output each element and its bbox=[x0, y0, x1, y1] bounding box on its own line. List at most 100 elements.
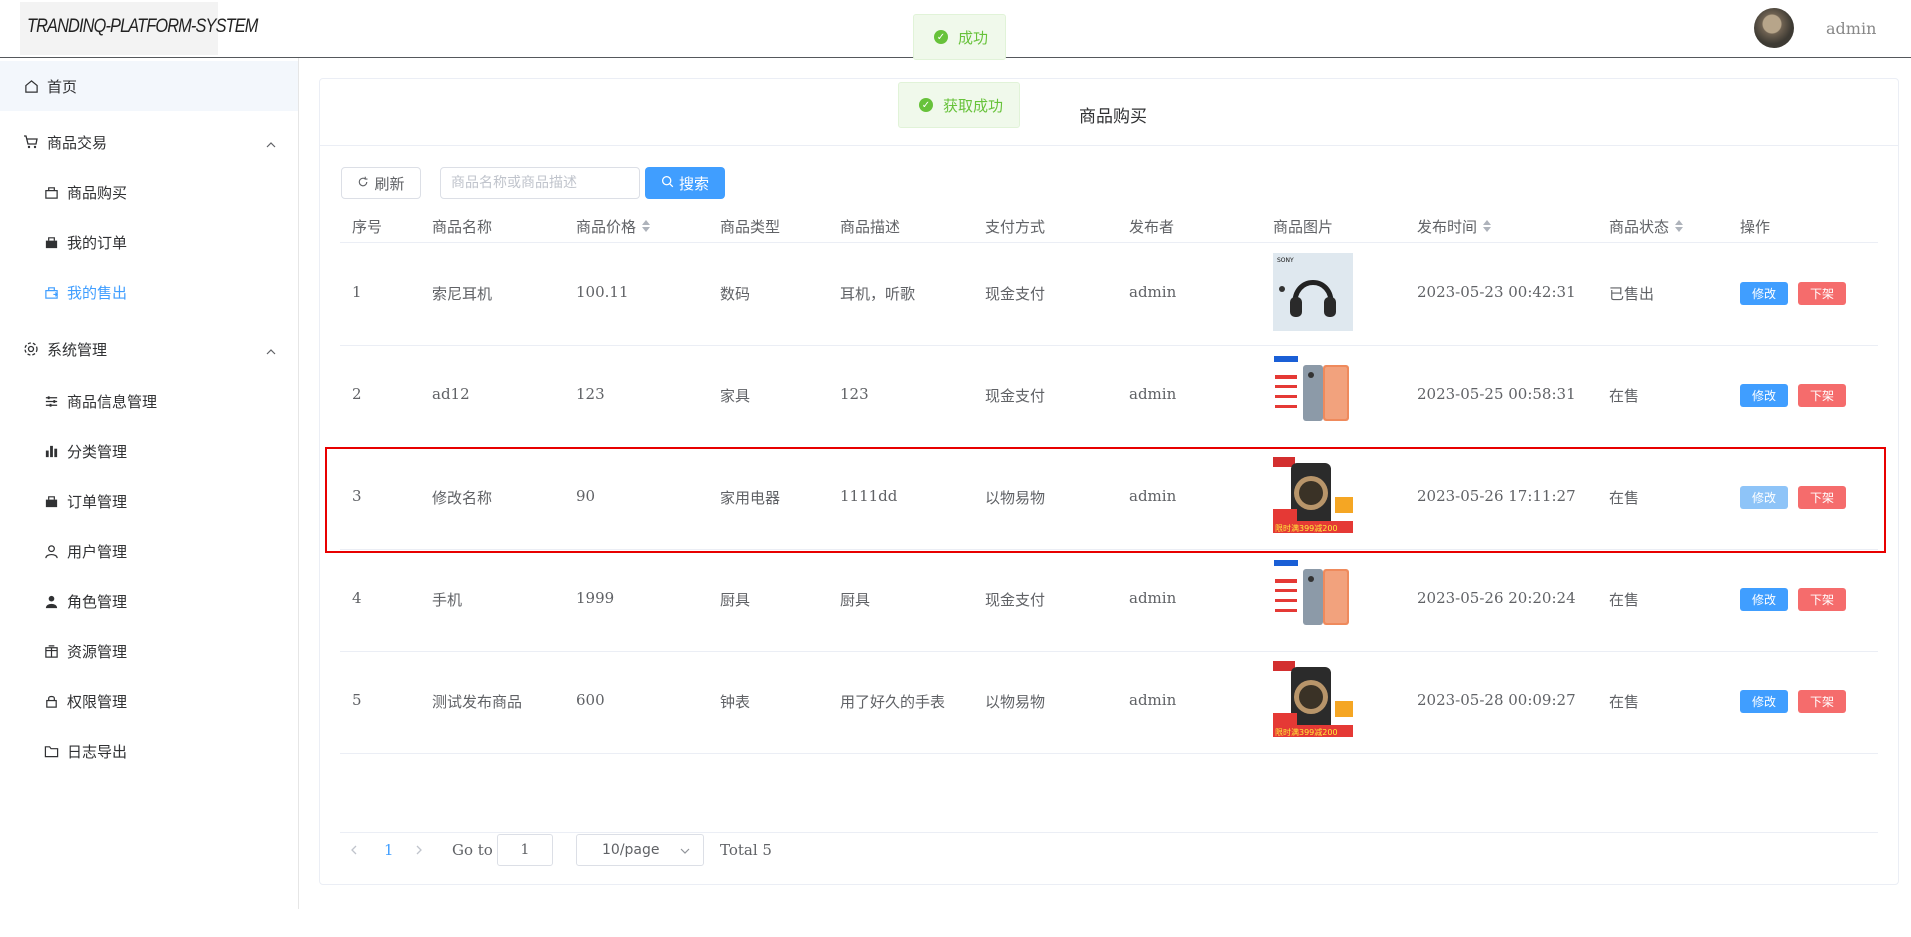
product-image[interactable] bbox=[1273, 355, 1353, 433]
cell-name: 手机 bbox=[432, 591, 463, 609]
cell-status: 在售 bbox=[1609, 591, 1640, 609]
cart-icon bbox=[23, 134, 39, 150]
offshelf-button[interactable]: 下架 bbox=[1798, 588, 1846, 611]
sidebar-item-label: 商品购买 bbox=[67, 183, 128, 202]
cell-name: 修改名称 bbox=[432, 489, 493, 507]
sidebar-item-orders[interactable]: 我的订单 bbox=[0, 217, 298, 267]
goto-page-input[interactable] bbox=[497, 834, 553, 866]
sort-icon[interactable] bbox=[1483, 220, 1492, 232]
sidebar-item-resource-mgmt[interactable]: 资源管理 bbox=[0, 626, 298, 676]
cell-no: 4 bbox=[352, 589, 362, 607]
page-number-current[interactable]: 1 bbox=[384, 834, 394, 866]
page-size-select[interactable]: 10/page bbox=[576, 834, 704, 866]
toast-text: 获取成功 bbox=[943, 96, 1004, 115]
sidebar-item-role-mgmt[interactable]: 角色管理 bbox=[0, 576, 298, 626]
row-divider bbox=[340, 753, 1878, 754]
cell-status: 在售 bbox=[1609, 489, 1640, 507]
product-image[interactable]: 限时满399减200 bbox=[1273, 457, 1353, 535]
cell-price: 123 bbox=[576, 385, 605, 403]
cell-no: 2 bbox=[352, 385, 362, 403]
sidebar-item-label: 用户管理 bbox=[67, 542, 128, 561]
row-divider bbox=[340, 447, 1878, 448]
column-header: 商品图片 bbox=[1273, 217, 1334, 236]
folder-icon bbox=[43, 743, 59, 759]
user-filled-icon bbox=[43, 593, 59, 609]
sliders-icon bbox=[43, 393, 59, 409]
column-header-sortable[interactable]: 商品价格 bbox=[576, 215, 651, 237]
refresh-button[interactable]: 刷新 bbox=[341, 167, 421, 199]
lock-icon bbox=[43, 693, 59, 709]
sidebar-item-label: 资源管理 bbox=[67, 642, 128, 661]
svg-text:SONY: SONY bbox=[1277, 257, 1294, 264]
sidebar-item-log-export[interactable]: 日志导出 bbox=[0, 726, 298, 776]
avatar[interactable] bbox=[1754, 8, 1794, 48]
column-header: 商品类型 bbox=[720, 217, 781, 236]
search-label: 搜索 bbox=[678, 174, 709, 193]
edit-button[interactable]: 修改 bbox=[1740, 384, 1788, 407]
toast-text: 成功 bbox=[958, 28, 989, 47]
chevron-up-icon bbox=[266, 135, 276, 153]
cell-status: 在售 bbox=[1609, 387, 1640, 405]
sidebar-item-order-mgmt[interactable]: 订单管理 bbox=[0, 476, 298, 526]
offshelf-button[interactable]: 下架 bbox=[1798, 690, 1846, 713]
sidebar-item-buy[interactable]: 商品购买 bbox=[0, 167, 298, 217]
cell-pay: 现金支付 bbox=[985, 285, 1046, 303]
edit-button[interactable]: 修改 bbox=[1740, 486, 1788, 509]
cell-type: 家用电器 bbox=[720, 489, 781, 507]
cell-no: 5 bbox=[352, 691, 362, 709]
cell-type: 钟表 bbox=[720, 693, 751, 711]
sidebar-item-user-mgmt[interactable]: 用户管理 bbox=[0, 526, 298, 576]
offshelf-button[interactable]: 下架 bbox=[1798, 486, 1846, 509]
bag-icon bbox=[43, 184, 59, 200]
svg-text:限时满399减200: 限时满399减200 bbox=[1275, 523, 1338, 533]
offshelf-button[interactable]: 下架 bbox=[1798, 384, 1846, 407]
cell-status: 已售出 bbox=[1609, 285, 1655, 303]
product-image[interactable] bbox=[1273, 559, 1353, 637]
sidebar-item-label: 我的订单 bbox=[67, 233, 128, 252]
search-input[interactable] bbox=[440, 167, 640, 199]
prev-page-button[interactable] bbox=[350, 834, 358, 866]
column-header-sortable[interactable]: 发布时间 bbox=[1417, 215, 1492, 237]
sidebar-item-label: 订单管理 bbox=[67, 492, 128, 511]
cell-no: 1 bbox=[352, 283, 362, 301]
cell-desc: 耳机，听歌 bbox=[840, 285, 916, 303]
cell-name: 索尼耳机 bbox=[432, 285, 493, 303]
column-header: 序号 bbox=[352, 217, 383, 236]
sidebar-item-sold[interactable]: 我的售出 bbox=[0, 267, 298, 317]
total-count: Total 5 bbox=[720, 841, 772, 859]
cell-time: 2023-05-25 00:58:31 bbox=[1417, 385, 1576, 403]
edit-button[interactable]: 修改 bbox=[1740, 690, 1788, 713]
search-button[interactable]: 搜索 bbox=[645, 167, 725, 199]
sidebar-item-label: 商品信息管理 bbox=[67, 392, 158, 411]
sort-icon[interactable] bbox=[1675, 220, 1684, 232]
cell-price: 90 bbox=[576, 487, 596, 505]
edit-button[interactable]: 修改 bbox=[1740, 588, 1788, 611]
offshelf-button[interactable]: 下架 bbox=[1798, 282, 1846, 305]
sidebar-item-permission-mgmt[interactable]: 权限管理 bbox=[0, 676, 298, 726]
column-header-sortable[interactable]: 商品状态 bbox=[1609, 215, 1684, 237]
refresh-label: 刷新 bbox=[374, 174, 405, 193]
sidebar: 首页 商品交易 商品购买 我的订单 我的售出 系统管理 商品信息管理 分类管理 … bbox=[0, 58, 299, 909]
cell-name: ad12 bbox=[432, 385, 470, 403]
sort-icon[interactable] bbox=[642, 220, 651, 232]
sidebar-item-system[interactable]: 系统管理 bbox=[0, 324, 298, 374]
cell-name: 测试发布商品 bbox=[432, 693, 523, 711]
logo-text: TRANDINQ-PLATFORM-SYSTEM bbox=[27, 16, 258, 37]
sidebar-item-category[interactable]: 分类管理 bbox=[0, 426, 298, 476]
sidebar-item-product-info[interactable]: 商品信息管理 bbox=[0, 376, 298, 426]
sidebar-item-home[interactable]: 首页 bbox=[0, 61, 298, 111]
gear-icon bbox=[23, 341, 39, 357]
next-page-button[interactable] bbox=[415, 834, 423, 866]
sidebar-item-trade[interactable]: 商品交易 bbox=[0, 117, 298, 167]
user-name[interactable]: admin bbox=[1826, 19, 1876, 38]
goto-label: Go to bbox=[452, 841, 493, 859]
bag-filled-icon bbox=[43, 493, 59, 509]
cell-publisher: admin bbox=[1129, 691, 1177, 709]
home-icon bbox=[23, 78, 39, 94]
cell-pay: 现金支付 bbox=[985, 387, 1046, 405]
box-icon bbox=[43, 643, 59, 659]
edit-button[interactable]: 修改 bbox=[1740, 282, 1788, 305]
product-image[interactable]: 限时满399减200 bbox=[1273, 661, 1353, 739]
cell-publisher: admin bbox=[1129, 589, 1177, 607]
product-image[interactable]: SONY bbox=[1273, 253, 1353, 331]
